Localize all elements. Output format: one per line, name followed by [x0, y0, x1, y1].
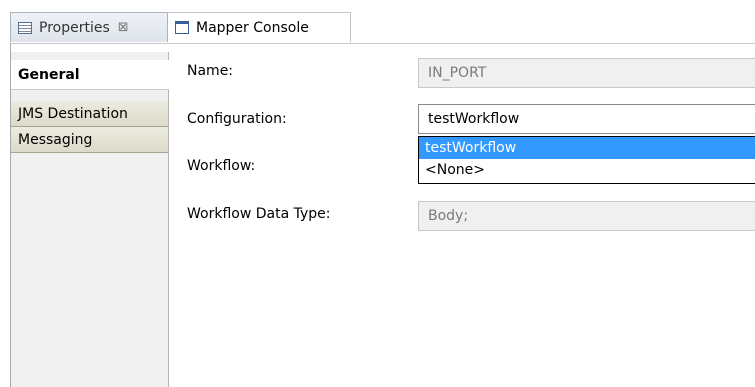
configuration-combo[interactable]: testWorkflow: [418, 104, 755, 134]
sidebar: General JMS Destination Messaging: [11, 52, 169, 387]
sidebar-item-messaging[interactable]: Messaging: [11, 127, 168, 153]
workflow-label: Workflow:: [187, 158, 256, 174]
configuration-dropdown-list: testWorkflow <None>: [418, 136, 755, 184]
dropdown-option[interactable]: <None>: [419, 159, 755, 181]
dropdown-option[interactable]: testWorkflow: [419, 137, 755, 159]
sidebar-item-label: General: [18, 66, 80, 83]
sidebar-item-jms-destination[interactable]: JMS Destination: [11, 101, 168, 127]
tab-properties-label: Properties: [39, 19, 110, 36]
tab-mapper-console-label: Mapper Console: [196, 19, 309, 36]
configuration-label: Configuration:: [187, 111, 287, 127]
name-field: IN_PORT: [418, 58, 755, 88]
sidebar-item-label: JMS Destination: [18, 105, 128, 122]
properties-icon: [18, 21, 32, 34]
console-icon: [175, 21, 189, 34]
name-label: Name:: [187, 63, 234, 79]
workflow-data-type-field: Body;: [418, 201, 755, 231]
view-tab-bar: Properties ⊠ Mapper Console: [10, 12, 755, 44]
sidebar-item-general[interactable]: General: [11, 60, 169, 90]
sidebar-item-label: Messaging: [18, 131, 93, 148]
workflow-data-type-label: Workflow Data Type:: [187, 206, 331, 222]
close-tab-icon[interactable]: ⊠: [118, 20, 129, 35]
tab-properties[interactable]: Properties ⊠: [10, 12, 168, 42]
tab-mapper-console[interactable]: Mapper Console: [168, 12, 351, 42]
